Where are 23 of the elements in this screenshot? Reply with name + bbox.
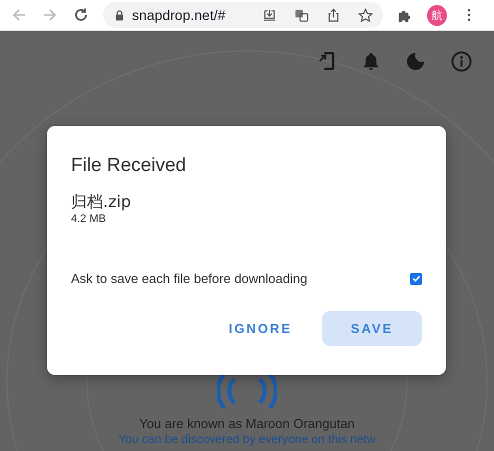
ignore-button[interactable]: IGNORE (222, 311, 298, 346)
moon-icon[interactable] (406, 52, 425, 70)
dialog-title: File Received (71, 154, 186, 178)
save-prompt-checkbox[interactable] (410, 272, 422, 284)
reload-icon[interactable] (73, 7, 89, 23)
checkbox-label: Ask to save each file before downloading (71, 271, 308, 286)
file-size: 4.2 MB (71, 213, 106, 225)
star-icon[interactable] (358, 8, 373, 22)
share-icon[interactable] (326, 8, 341, 22)
save-button[interactable]: SAVE (322, 311, 422, 346)
url-text: snapdrop.net/# (132, 7, 226, 23)
device-name-text: You are known as Maroon Orangutan (139, 416, 355, 432)
lock-icon (115, 10, 124, 20)
profile-avatar[interactable]: 航 (427, 4, 447, 26)
file-name: 归档.zip (71, 192, 132, 212)
phone-add-icon[interactable] (318, 50, 336, 72)
bell-icon[interactable] (362, 51, 380, 71)
discoverable-text: You can be discovered by everyone on this netw (118, 432, 376, 447)
menu-icon[interactable] (467, 8, 471, 22)
install-icon[interactable] (262, 8, 277, 22)
signal-waves-icon (217, 374, 277, 408)
address-bar[interactable]: snapdrop.net/# (103, 2, 383, 28)
info-icon[interactable] (451, 50, 472, 72)
